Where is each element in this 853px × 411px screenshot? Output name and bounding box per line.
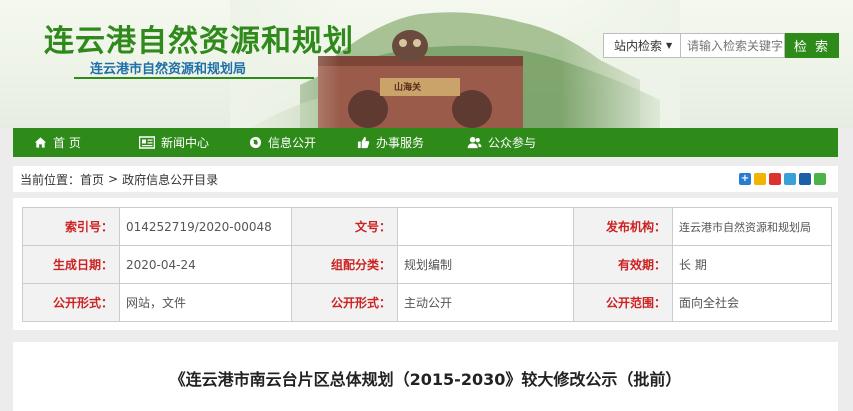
breadcrumb-home-link[interactable]: 首页 bbox=[80, 171, 104, 188]
nav-item-services[interactable]: 办事服务 bbox=[357, 128, 467, 157]
weibo-icon[interactable] bbox=[769, 173, 781, 185]
nav-label: 新闻中心 bbox=[161, 136, 210, 150]
site-search: 站内检索 ▼ 检 索 bbox=[603, 33, 839, 58]
meta-value-disclosure-form: 网站，文件 bbox=[119, 283, 292, 322]
meta-value-category: 规划编制 bbox=[397, 245, 574, 284]
doc-meta-panel: 索引号： 014252719/2020-00048 文号： 发布机构： 连云港市… bbox=[13, 198, 838, 330]
meta-label-validity: 有效期： bbox=[573, 245, 673, 284]
nav-item-info-disclosure[interactable]: 信息公开 bbox=[249, 128, 357, 157]
meta-value-publisher: 连云港市自然资源和规划局 bbox=[672, 207, 832, 246]
table-row: 公开形式： 网站，文件 公开形式： 主动公开 公开范围： 面向全社会 bbox=[22, 283, 832, 322]
nav-label: 首 页 bbox=[53, 136, 81, 150]
meta-label-disclosure-mode: 公开形式： bbox=[291, 283, 398, 322]
site-title: 连云港自然资源和规划 bbox=[44, 24, 354, 59]
meta-value-disclosure-mode: 主动公开 bbox=[397, 283, 574, 322]
qzone-icon[interactable] bbox=[754, 173, 766, 185]
doc-meta-table: 索引号： 014252719/2020-00048 文号： 发布机构： 连云港市… bbox=[22, 207, 832, 322]
chevron-down-icon: ▼ bbox=[666, 41, 673, 50]
home-icon bbox=[34, 137, 47, 148]
nav-item-news[interactable]: 新闻中心 bbox=[139, 128, 249, 157]
table-row: 索引号： 014252719/2020-00048 文号： 发布机构： 连云港市… bbox=[22, 207, 832, 246]
meta-label-created-date: 生成日期： bbox=[22, 245, 120, 284]
meta-label-index-no: 索引号： bbox=[22, 207, 120, 246]
wechat-icon[interactable] bbox=[814, 173, 826, 185]
breadcrumb-current-link[interactable]: 政府信息公开目录 bbox=[122, 171, 218, 188]
users-icon bbox=[467, 136, 482, 149]
meta-label-publisher: 发布机构： bbox=[573, 207, 673, 246]
article-title: 《连云港市南云台片区总体规划（2015-2030》较大修改公示（批前） bbox=[169, 370, 682, 389]
table-row: 生成日期： 2020-04-24 组配分类： 规划编制 有效期： 长 期 bbox=[22, 245, 832, 284]
newspaper-icon bbox=[139, 136, 155, 149]
meta-label-category: 组配分类： bbox=[291, 245, 398, 284]
meta-value-disclosure-scope: 面向全社会 bbox=[672, 283, 832, 322]
nav-item-public-participation[interactable]: 公众参与 bbox=[467, 128, 567, 157]
meta-value-created-date: 2020-04-24 bbox=[119, 245, 292, 284]
thumbs-up-icon bbox=[357, 136, 370, 149]
meta-value-validity: 长 期 bbox=[672, 245, 832, 284]
globe-icon bbox=[249, 136, 262, 149]
gate-inscription: 山海关 bbox=[394, 83, 422, 93]
search-input[interactable] bbox=[681, 33, 785, 58]
main-nav: 首 页 新闻中心 信息公开 办事服务 公众参与 bbox=[13, 128, 838, 157]
search-scope-select[interactable]: 站内检索 ▼ bbox=[603, 33, 681, 58]
meta-value-doc-no bbox=[397, 207, 574, 246]
nav-label: 公众参与 bbox=[488, 136, 537, 150]
subtitle-underline bbox=[74, 77, 314, 79]
share-bar: + bbox=[739, 173, 826, 185]
search-button[interactable]: 检 索 bbox=[785, 33, 839, 58]
nav-label: 办事服务 bbox=[376, 136, 425, 150]
nav-label: 信息公开 bbox=[268, 136, 317, 150]
renren-icon[interactable] bbox=[799, 173, 811, 185]
meta-value-index-no: 014252719/2020-00048 bbox=[119, 207, 292, 246]
site-subtitle: 连云港市自然资源和规划局 bbox=[90, 62, 247, 77]
article-panel: 《连云港市南云台片区总体规划（2015-2030》较大修改公示（批前） bbox=[13, 342, 838, 411]
breadcrumb-prefix: 当前位置： bbox=[20, 172, 81, 187]
meta-label-disclosure-form: 公开形式： bbox=[22, 283, 120, 322]
breadcrumb: 当前位置： 首页 > 政府信息公开目录 + bbox=[13, 166, 838, 192]
tencent-weibo-icon[interactable] bbox=[784, 173, 796, 185]
search-scope-label: 站内检索 bbox=[614, 39, 663, 53]
meta-label-doc-no: 文号： bbox=[291, 207, 398, 246]
meta-label-disclosure-scope: 公开范围： bbox=[573, 283, 673, 322]
plus-share-icon[interactable]: + bbox=[739, 173, 751, 185]
breadcrumb-separator: > bbox=[108, 172, 119, 186]
nav-item-home[interactable]: 首 页 bbox=[34, 128, 139, 157]
header-banner: 连云港自然资源和规划 连云港市自然资源和规划局 山海关 bbox=[0, 0, 853, 128]
